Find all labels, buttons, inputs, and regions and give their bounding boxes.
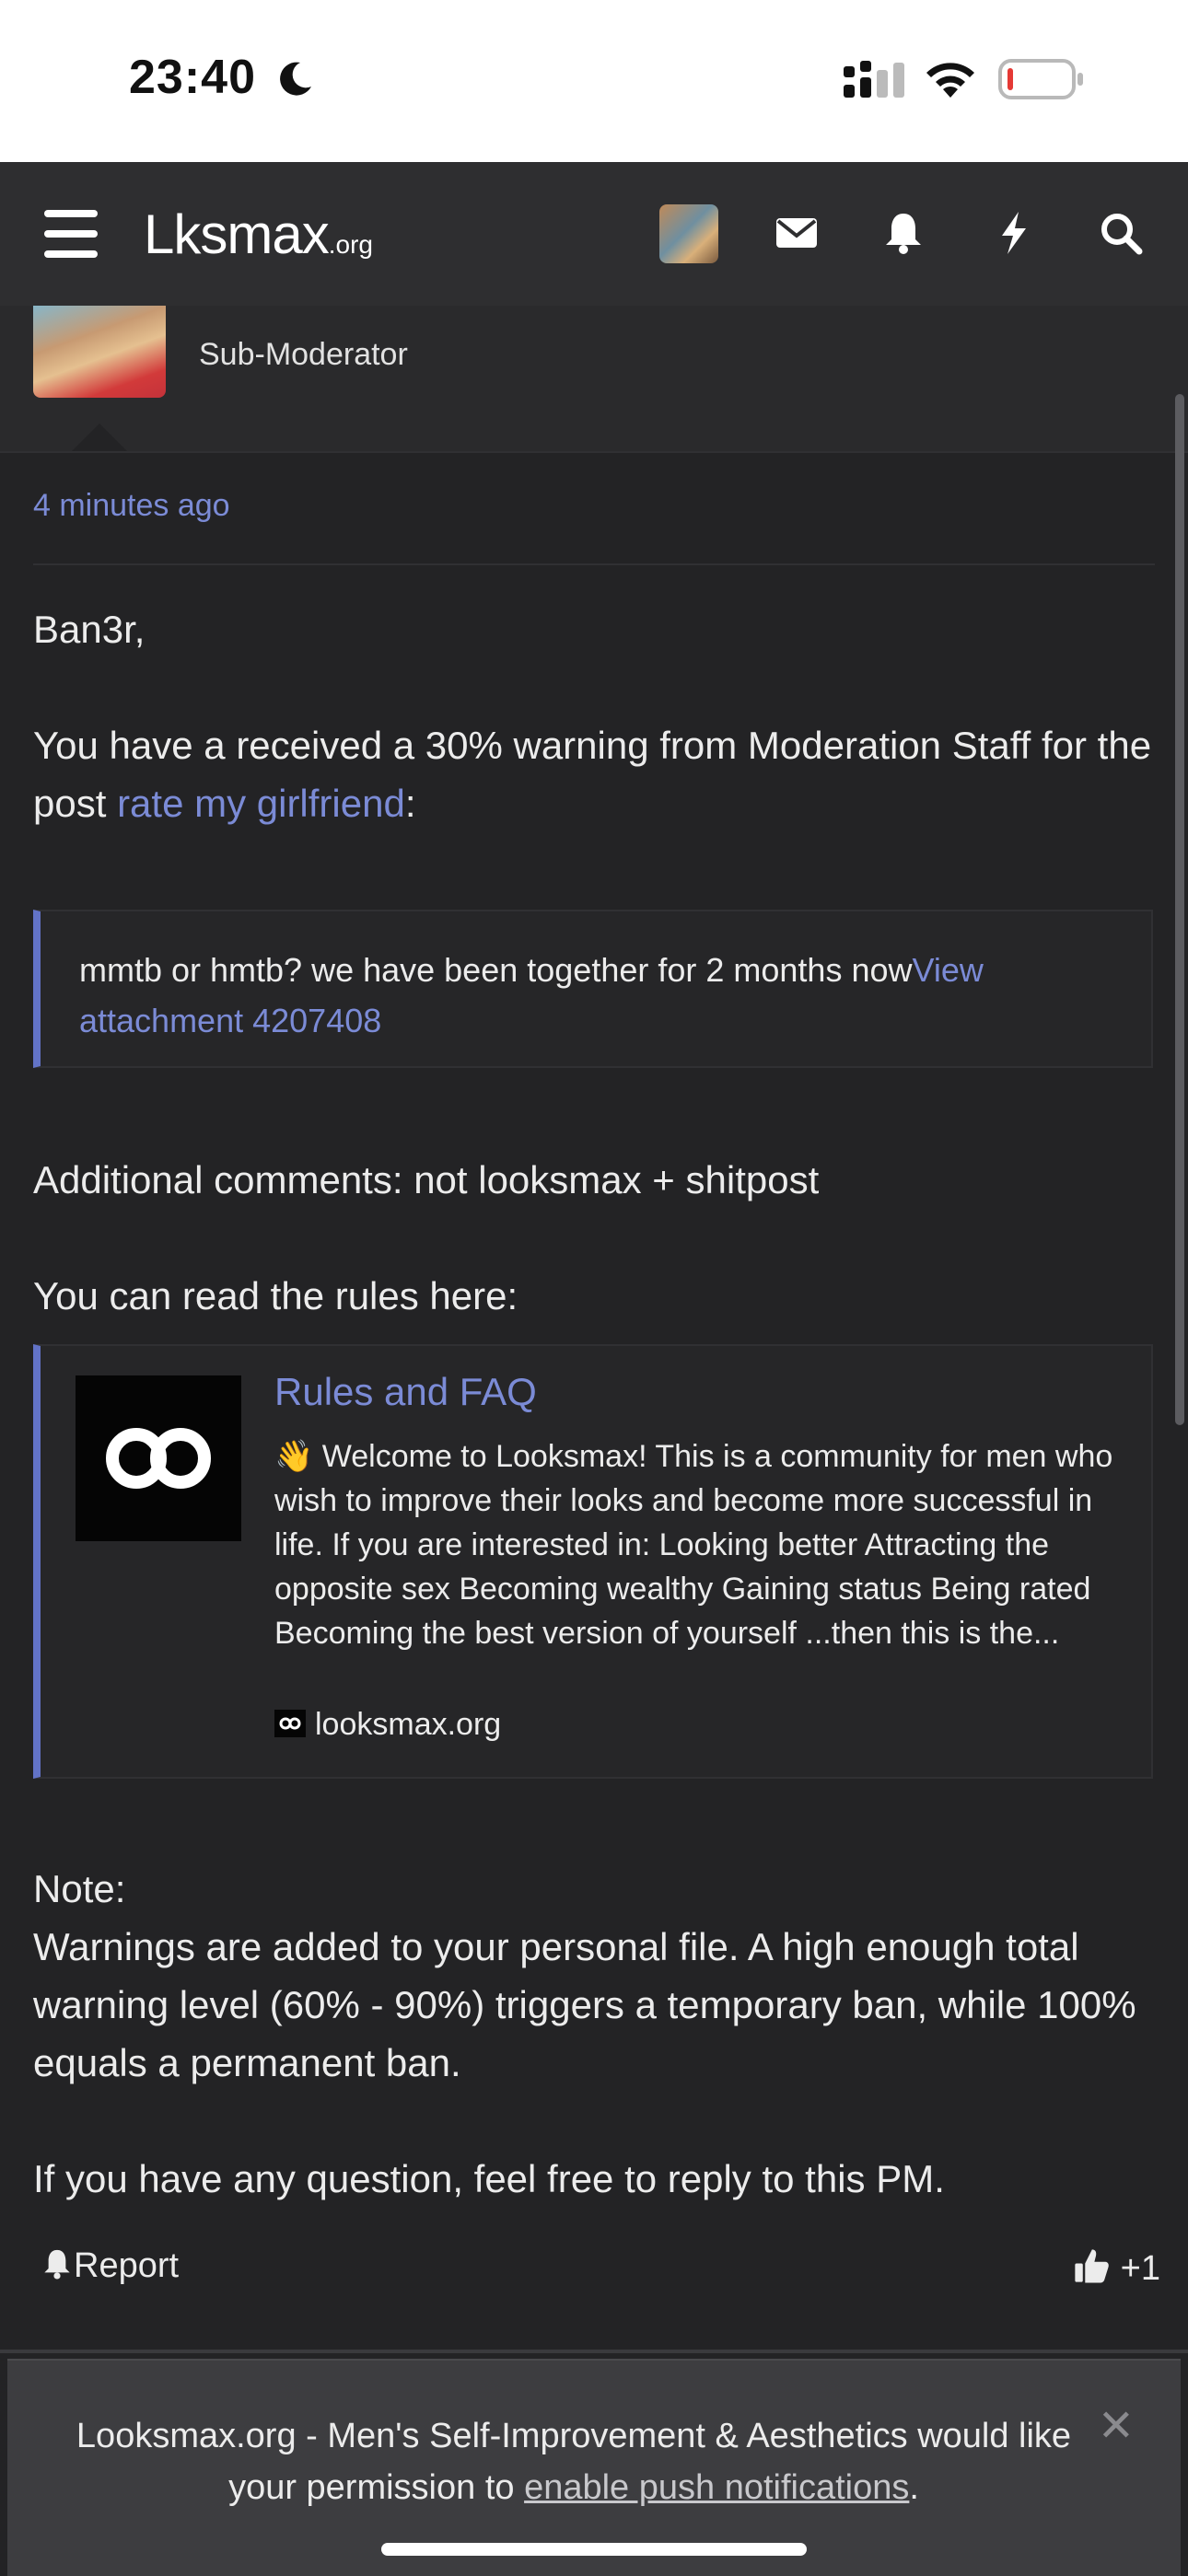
site-logo[interactable]: Lksmax.org: [144, 203, 373, 266]
quote-block: mmtb or hmtb? we have been together for …: [33, 910, 1153, 1068]
like-button[interactable]: +1: [1072, 2246, 1160, 2289]
cellular-signal-icon: [844, 61, 904, 98]
preview-domain-text: looksmax.org: [315, 1707, 502, 1742]
lightning-icon[interactable]: [991, 210, 1037, 256]
author-role: Sub-Moderator: [199, 337, 408, 372]
status-bar: 23:40: [0, 0, 1188, 162]
user-avatar[interactable]: [659, 204, 718, 263]
report-button[interactable]: Report: [41, 2246, 179, 2286]
status-time: 23:40: [129, 51, 256, 104]
message-actions: Report +1: [0, 2246, 1188, 2311]
search-icon[interactable]: [1098, 210, 1144, 256]
wifi-icon: [926, 63, 974, 98]
menu-icon[interactable]: [44, 210, 98, 258]
divider: [0, 2350, 1188, 2353]
preview-title[interactable]: Rules and FAQ: [274, 1370, 537, 1414]
preview-domain[interactable]: looksmax.org: [274, 1707, 501, 1743]
battery-icon: [998, 59, 1083, 99]
note-label: Note:: [33, 1867, 126, 1910]
thumbs-up-icon: [1075, 2249, 1109, 2283]
preview-description: 👋 Welcome to Looksmax! This is a communi…: [274, 1439, 1113, 1651]
looksmax-logo-icon: [76, 1375, 241, 1541]
notice-text: Looksmax.org - Men's Self-Improvement & …: [63, 2410, 1085, 2513]
note-text: Warnings are added to your personal file…: [33, 1925, 1136, 2084]
envelope-icon[interactable]: [774, 210, 820, 256]
like-count: +1: [1120, 2249, 1160, 2288]
warning-suffix: :: [404, 782, 416, 825]
bell-icon[interactable]: [880, 210, 926, 256]
author-header: [0, 306, 1188, 453]
notice-text-after: .: [909, 2468, 919, 2507]
logo-main: Lksmax: [144, 203, 330, 265]
warned-post-link[interactable]: rate my girlfriend: [117, 782, 405, 825]
message-timestamp[interactable]: 4 minutes ago: [33, 488, 230, 524]
warning-text: You have a received a 30% warning from M…: [33, 716, 1157, 832]
link-preview-card[interactable]: Rules and FAQ 👋 Welcome to Looksmax! Thi…: [33, 1344, 1153, 1779]
top-navbar: Lksmax.org: [0, 162, 1188, 306]
quote-text: mmtb or hmtb? we have been together for …: [79, 945, 1138, 1046]
close-icon[interactable]: ✕: [1098, 2405, 1135, 2449]
additional-comments: Additional comments: not looksmax + shit…: [33, 1158, 820, 1201]
divider: [33, 563, 1155, 565]
quote-body: mmtb or hmtb? we have been together for …: [79, 951, 913, 989]
scrollbar[interactable]: [1175, 394, 1184, 1425]
bell-icon: [44, 2249, 70, 2280]
home-indicator[interactable]: [381, 2543, 807, 2556]
moon-icon: [280, 62, 311, 96]
closing-text: If you have any question, feel free to r…: [33, 2157, 945, 2200]
message-pointer: [72, 424, 127, 451]
author-avatar[interactable]: [33, 306, 166, 398]
favicon-icon: [274, 1710, 306, 1737]
enable-push-link[interactable]: enable push notifications: [524, 2468, 909, 2507]
report-label: Report: [74, 2246, 180, 2285]
rules-intro: You can read the rules here:: [33, 1274, 518, 1317]
logo-suffix: .org: [328, 230, 373, 259]
greeting: Ban3r,: [33, 608, 146, 651]
